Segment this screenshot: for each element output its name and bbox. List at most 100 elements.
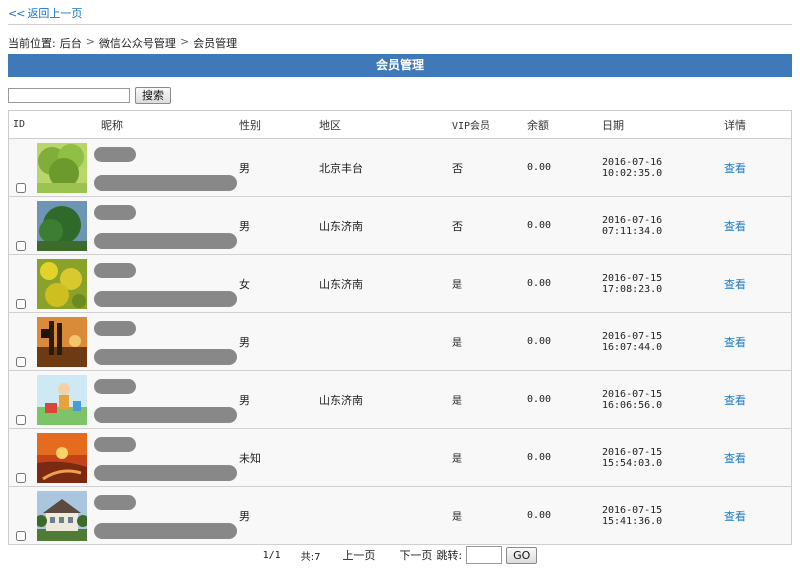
balance-cell: 0.00 — [527, 486, 602, 545]
redacted-nickname — [94, 321, 136, 336]
region-cell: 北京丰台 — [319, 138, 452, 197]
jump-page-input[interactable] — [466, 546, 503, 564]
avatar — [37, 486, 94, 545]
row-checkbox[interactable] — [16, 357, 26, 367]
col-date: 日期 — [602, 110, 724, 139]
col-detail: 详情 — [724, 110, 792, 139]
date-cell: 2016-07-15 15:54:03.0 — [602, 428, 724, 487]
balance-cell: 0.00 — [527, 428, 602, 487]
view-detail-link[interactable]: 查看 — [724, 162, 746, 175]
view-detail-link[interactable]: 查看 — [724, 452, 746, 465]
col-vip: VIP会员 — [452, 110, 527, 139]
row-select-cell — [8, 138, 37, 197]
row-checkbox[interactable] — [16, 415, 26, 425]
breadcrumb-separator: > — [179, 35, 190, 48]
nickname-cell — [94, 138, 239, 197]
nickname-cell — [94, 428, 239, 487]
date-cell: 2016-07-16 10:02:35.0 — [602, 138, 724, 197]
breadcrumb-item[interactable]: 会员管理 — [193, 35, 237, 51]
redacted-nickname — [94, 437, 136, 452]
redacted-openid — [94, 407, 237, 423]
total-count: 共:7 — [300, 551, 321, 563]
view-detail-link[interactable]: 查看 — [724, 394, 746, 407]
date-cell: 2016-07-15 16:07:44.0 — [602, 312, 724, 371]
divider — [8, 24, 792, 25]
detail-cell: 查看 — [724, 138, 792, 197]
search-input[interactable] — [8, 88, 130, 103]
prev-page-link[interactable]: 上一页 — [342, 547, 375, 563]
redacted-nickname — [94, 379, 136, 394]
avatar — [37, 138, 94, 197]
detail-cell: 查看 — [724, 370, 792, 429]
detail-cell: 查看 — [724, 196, 792, 255]
col-avatar — [37, 110, 94, 139]
vip-cell: 否 — [452, 138, 527, 197]
balance-cell: 0.00 — [527, 312, 602, 371]
nickname-cell — [94, 486, 239, 545]
table-row: 女山东济南是 0.00 2016-07-15 17:08:23.0 查看 — [8, 254, 792, 313]
redacted-nickname — [94, 147, 136, 162]
breadcrumb-item[interactable]: 后台 — [60, 35, 82, 51]
breadcrumb-prefix: 当前位置: — [8, 37, 56, 50]
page-indicator: 1/1 — [262, 549, 281, 561]
row-checkbox[interactable] — [16, 241, 26, 251]
table-row: 男山东济南是 0.00 2016-07-15 16:06:56.0 查看 — [8, 370, 792, 429]
balance-cell: 0.00 — [527, 138, 602, 197]
breadcrumb-item[interactable]: 微信公众号管理 — [99, 35, 176, 51]
detail-cell: 查看 — [724, 312, 792, 371]
col-nick: 昵称 — [94, 110, 239, 139]
search-button[interactable]: 搜索 — [135, 87, 171, 104]
date-cell: 2016-07-15 15:41:36.0 — [602, 486, 724, 545]
gender-cell: 男 — [239, 486, 319, 545]
gender-cell: 男 — [239, 370, 319, 429]
vip-cell: 是 — [452, 486, 527, 545]
avatar — [37, 428, 94, 487]
gender-cell: 男 — [239, 196, 319, 255]
gender-cell: 未知 — [239, 428, 319, 487]
row-checkbox[interactable] — [16, 531, 26, 541]
detail-cell: 查看 — [724, 254, 792, 313]
redacted-openid — [94, 349, 237, 365]
balance-cell: 0.00 — [527, 370, 602, 429]
date-cell: 2016-07-15 17:08:23.0 — [602, 254, 724, 313]
breadcrumb: 当前位置: 后台 > 微信公众号管理 > 会员管理 — [8, 35, 237, 51]
gender-cell: 男 — [239, 138, 319, 197]
row-checkbox[interactable] — [16, 183, 26, 193]
date-cell: 2016-07-16 07:11:34.0 — [602, 196, 724, 255]
double-chevron-left-icon: << — [8, 6, 25, 20]
col-region: 地区 — [319, 110, 452, 139]
row-select-cell — [8, 428, 37, 487]
page-title: 会员管理 — [8, 54, 792, 77]
region-cell — [319, 486, 452, 545]
balance-cell: 0.00 — [527, 254, 602, 313]
view-detail-link[interactable]: 查看 — [724, 510, 746, 523]
col-id: ID — [8, 110, 37, 139]
avatar — [37, 196, 94, 255]
vip-cell: 是 — [452, 428, 527, 487]
table-row: 男山东济南否 0.00 2016-07-16 07:11:34.0 查看 — [8, 196, 792, 255]
back-link[interactable]: << 返回上一页 — [8, 5, 82, 21]
table-row: 男 是 0.00 2016-07-15 15:41:36.0 查看 — [8, 486, 792, 545]
redacted-openid — [94, 233, 237, 249]
breadcrumb-separator: > — [85, 35, 95, 48]
view-detail-link[interactable]: 查看 — [724, 336, 746, 349]
jump-label: 跳转: — [436, 549, 463, 562]
col-balance: 余额 — [527, 110, 602, 139]
row-select-cell — [8, 370, 37, 429]
region-cell: 山东济南 — [319, 196, 452, 255]
row-checkbox[interactable] — [16, 473, 26, 483]
row-select-cell — [8, 254, 37, 313]
redacted-openid — [94, 523, 237, 539]
row-checkbox[interactable] — [16, 299, 26, 309]
next-page-link[interactable]: 下一页 — [399, 547, 432, 563]
redacted-nickname — [94, 205, 136, 220]
row-select-cell — [8, 486, 37, 545]
view-detail-link[interactable]: 查看 — [724, 278, 746, 291]
redacted-nickname — [94, 495, 136, 510]
avatar — [37, 254, 94, 313]
nickname-cell — [94, 254, 239, 313]
nickname-cell — [94, 370, 239, 429]
region-cell — [319, 428, 452, 487]
go-button[interactable]: GO — [506, 546, 538, 564]
view-detail-link[interactable]: 查看 — [724, 220, 746, 233]
